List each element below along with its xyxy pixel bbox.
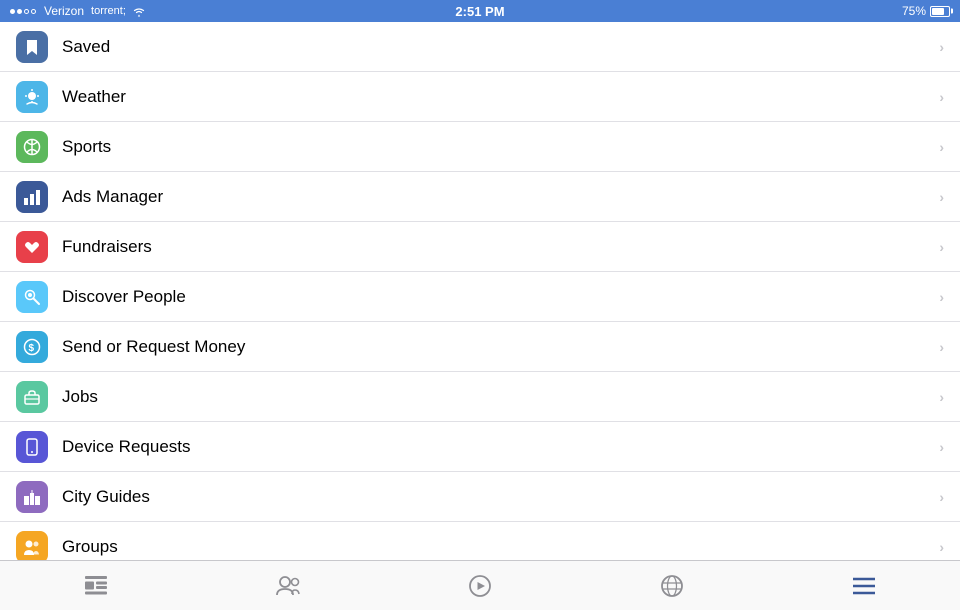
fundraisers-icon	[16, 231, 48, 263]
dot-4	[31, 9, 36, 14]
groups-label: Groups	[62, 537, 939, 557]
menu-item-device-requests[interactable]: Device Requests ›	[0, 422, 960, 472]
tab-news-feed[interactable]	[0, 561, 192, 610]
menu-item-discover-people[interactable]: Discover People ›	[0, 272, 960, 322]
sports-label: Sports	[62, 137, 939, 157]
weather-chevron: ›	[939, 89, 944, 105]
discover-people-icon	[16, 281, 48, 313]
jobs-label: Jobs	[62, 387, 939, 407]
friends-icon	[276, 574, 300, 598]
send-money-chevron: ›	[939, 339, 944, 355]
dot-1	[10, 9, 15, 14]
wifi-icon: torrent;	[91, 5, 126, 17]
status-time: 2:51 PM	[455, 4, 504, 19]
saved-label: Saved	[62, 37, 939, 57]
battery-percentage: 75%	[902, 4, 926, 18]
menu-item-groups[interactable]: Groups ›	[0, 522, 960, 560]
send-money-label: Send or Request Money	[62, 337, 939, 357]
menu-item-weather[interactable]: Weather ›	[0, 72, 960, 122]
status-left: Verizon torrent;	[10, 4, 146, 18]
battery-icon	[930, 6, 950, 17]
discover-people-label: Discover People	[62, 287, 939, 307]
news-feed-icon	[84, 574, 108, 598]
menu-item-sports[interactable]: Sports ›	[0, 122, 960, 172]
groups-chevron: ›	[939, 539, 944, 555]
menu-icon	[852, 574, 876, 598]
saved-chevron: ›	[939, 39, 944, 55]
device-requests-label: Device Requests	[62, 437, 939, 457]
fundraisers-label: Fundraisers	[62, 237, 939, 257]
main-content: Saved › Weather › Sports › Ads Manager ›…	[0, 22, 960, 560]
tab-globe[interactable]	[576, 561, 768, 610]
menu-item-fundraisers[interactable]: Fundraisers ›	[0, 222, 960, 272]
sports-chevron: ›	[939, 139, 944, 155]
battery-fill	[932, 8, 944, 15]
ads-manager-label: Ads Manager	[62, 187, 939, 207]
ads-manager-chevron: ›	[939, 189, 944, 205]
device-requests-icon	[16, 431, 48, 463]
tab-friends[interactable]	[192, 561, 384, 610]
status-bar: Verizon torrent; 2:51 PM 75%	[0, 0, 960, 22]
menu-item-ads-manager[interactable]: Ads Manager ›	[0, 172, 960, 222]
discover-people-chevron: ›	[939, 289, 944, 305]
city-guides-label: City Guides	[62, 487, 939, 507]
menu-list: Saved › Weather › Sports › Ads Manager ›…	[0, 22, 960, 560]
device-requests-chevron: ›	[939, 439, 944, 455]
carrier-label: Verizon	[44, 4, 84, 18]
video-icon	[468, 574, 492, 598]
status-right: 75%	[902, 4, 950, 18]
tab-bar	[0, 560, 960, 610]
fundraisers-chevron: ›	[939, 239, 944, 255]
menu-item-city-guides[interactable]: City Guides ›	[0, 472, 960, 522]
jobs-icon	[16, 381, 48, 413]
ads-manager-icon	[16, 181, 48, 213]
menu-item-send-money[interactable]: $ Send or Request Money ›	[0, 322, 960, 372]
dot-3	[24, 9, 29, 14]
send-money-icon: $	[16, 331, 48, 363]
menu-item-saved[interactable]: Saved ›	[0, 22, 960, 72]
city-guides-chevron: ›	[939, 489, 944, 505]
groups-icon	[16, 531, 48, 561]
wifi-svg-icon	[132, 6, 146, 17]
jobs-chevron: ›	[939, 389, 944, 405]
sports-icon	[16, 131, 48, 163]
menu-item-jobs[interactable]: Jobs ›	[0, 372, 960, 422]
tab-menu[interactable]	[768, 561, 960, 610]
globe-icon	[660, 574, 684, 598]
signal-dots	[10, 9, 36, 14]
city-guides-icon	[16, 481, 48, 513]
saved-icon	[16, 31, 48, 63]
dot-2	[17, 9, 22, 14]
svg-text:$: $	[29, 343, 35, 354]
tab-video[interactable]	[384, 561, 576, 610]
menu-section: Saved › Weather › Sports › Ads Manager ›…	[0, 22, 960, 560]
weather-icon	[16, 81, 48, 113]
weather-label: Weather	[62, 87, 939, 107]
